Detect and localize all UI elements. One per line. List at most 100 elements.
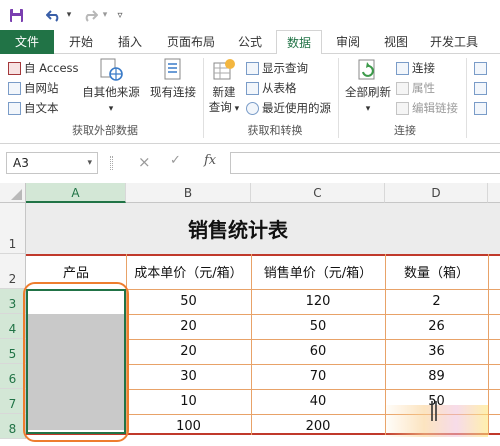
from-other-sources-button[interactable]: 自其他来源 ▾ [80,57,142,117]
show-queries-label: 显示查询 [262,61,308,75]
data-cell-sale-price[interactable]: 200 [251,414,385,439]
ribbon-tabs: 文件 开始 插入 页面布局 公式 数据 审阅 视图 开发工具 [0,30,500,55]
column-header-e[interactable] [488,183,500,203]
data-cell-sale-price[interactable]: 40 [251,389,385,414]
recent-sources-button[interactable]: 最近使用的源 [246,99,331,117]
ribbon: 自 Access 自网站 自文本 自其他来源 ▾ 现有连接 获取外部数据 新建 查… [0,54,500,144]
cancel-icon[interactable]: × [138,153,151,171]
table-hline [126,339,500,340]
from-table-button[interactable]: 从表格 [246,79,297,97]
data-cell-cost-price[interactable]: 20 [126,339,251,364]
data-cell-cost-price[interactable]: 100 [126,414,251,439]
fx-icon[interactable]: fx [204,153,216,168]
table-hline [126,389,500,390]
sort-icon [474,81,487,95]
access-icon [8,61,21,75]
column-header-b[interactable]: B [126,183,251,203]
data-cell-sale-price[interactable]: 50 [251,314,385,339]
edit-links-button[interactable]: 编辑链接 [396,99,458,117]
refresh-icon [358,59,375,80]
column-header-c[interactable]: C [251,183,385,203]
group-label-connections: 连接 [394,124,416,137]
row-header-2[interactable]: 2 [0,254,26,289]
connections-button[interactable]: 连接 [396,59,435,77]
new-query-icon [213,59,235,80]
table-icon [246,81,259,95]
group-label-get-external: 获取外部数据 [72,124,138,137]
sheet-title[interactable]: 销售统计表 [26,203,500,254]
tab-home[interactable]: 开始 [60,30,102,54]
customize-icon[interactable]: ▿ [114,5,126,25]
data-cell-quantity[interactable]: 36 [385,339,488,364]
show-queries-button[interactable]: 显示查询 [246,59,308,77]
from-other-sources-label: 自其他来源 [82,85,140,99]
from-text-label: 自文本 [24,101,59,115]
splitter-handle[interactable] [110,156,113,170]
data-cell-cost-price[interactable]: 20 [126,314,251,339]
tab-data[interactable]: 数据 [276,30,322,55]
data-cell-sale-price[interactable]: 120 [251,289,385,314]
data-cell-cost-price[interactable]: 10 [126,389,251,414]
properties-button[interactable]: 属性 [396,79,435,97]
quick-access-toolbar: ▾ ▾ ▿ [0,0,500,30]
data-cell-quantity[interactable]: 89 [385,364,488,389]
group-separator [466,58,467,138]
column-header-a[interactable]: A [26,183,126,203]
data-cell-sale-price[interactable]: 70 [251,364,385,389]
sort-icon [474,101,487,115]
connections-icon [396,61,409,75]
worksheet-grid[interactable]: A B C D 1 2 3 4 5 6 7 8 销售统计表 产品 成本单价（元/… [0,183,500,446]
header-cell-cost-price[interactable]: 成本单价（元/箱） [126,254,251,289]
header-cell-quantity[interactable]: 数量（箱） [385,254,488,289]
redo-dropdown-icon[interactable]: ▾ [100,5,110,25]
data-cell-sale-price[interactable]: 60 [251,339,385,364]
existing-connections-button[interactable]: 现有连接 [148,57,198,100]
refresh-all-button[interactable]: 全部刷新 ▾ [342,57,394,117]
sort-az-icon[interactable] [474,59,487,77]
existing-connections-label: 现有连接 [150,85,196,99]
row-header-1[interactable]: 1 [0,203,26,254]
enter-icon[interactable]: ✓ [170,153,181,168]
tab-insert[interactable]: 插入 [110,30,150,54]
table-vline [488,254,489,435]
sort-more-icon[interactable] [474,99,487,117]
redo-icon[interactable] [80,5,100,25]
edit-links-label: 编辑链接 [412,101,458,115]
tab-view[interactable]: 视图 [376,30,416,54]
undo-dropdown-icon[interactable]: ▾ [64,5,74,25]
group-separator [338,58,339,138]
column-header-d[interactable]: D [385,183,488,203]
properties-label: 属性 [412,81,435,95]
name-box[interactable]: A3 ▾ [6,152,98,174]
from-text-button[interactable]: 自文本 [8,99,59,117]
data-cell-cost-price[interactable]: 50 [126,289,251,314]
data-cell-cost-price[interactable]: 30 [126,364,251,389]
tab-developer[interactable]: 开发工具 [422,30,486,54]
web-icon [8,81,21,95]
from-access-button[interactable]: 自 Access [8,59,79,77]
refresh-all-label: 全部刷新 [345,85,391,99]
new-query-button[interactable]: 新建 查询 ▾ [206,57,242,117]
tab-formulas[interactable]: 公式 [230,30,270,54]
select-all-corner[interactable] [0,183,26,203]
cursor-icon [430,401,440,423]
from-web-button[interactable]: 自网站 [8,79,59,97]
from-table-label: 从表格 [262,81,297,95]
tab-review[interactable]: 审阅 [328,30,368,54]
from-access-label: 自 Access [24,61,79,75]
header-cell-sale-price[interactable]: 销售单价（元/箱） [251,254,385,289]
data-cell-quantity[interactable]: 26 [385,314,488,339]
save-icon[interactable] [6,5,26,25]
tab-file[interactable]: 文件 [0,30,54,54]
formula-bar: A3 ▾ × ✓ fx [0,145,500,181]
existing-connections-icon [164,58,181,80]
tab-page-layout[interactable]: 页面布局 [160,30,222,54]
formula-input[interactable] [230,152,500,174]
table-hline [126,314,500,315]
new-query-label-line2: 查询 [208,100,232,114]
sort-za-icon[interactable] [474,79,487,97]
undo-icon[interactable] [44,5,64,25]
chevron-down-icon: ▾ [87,158,92,168]
data-cell-quantity[interactable]: 2 [385,289,488,314]
name-box-value: A3 [13,156,29,170]
